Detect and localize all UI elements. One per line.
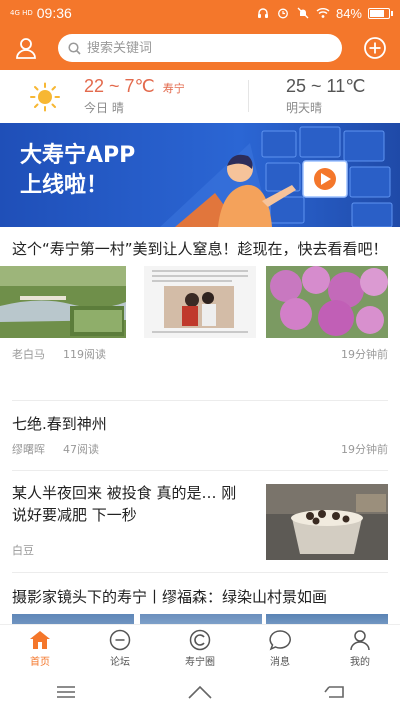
today-description: 今日 晴 xyxy=(84,101,124,115)
article-card[interactable]: 某人半夜回来 被投食 真的是… 刚说好要减肥 下一秒 白豆 xyxy=(0,482,400,560)
search-bar[interactable] xyxy=(58,34,342,62)
user-icon xyxy=(16,38,36,59)
divider xyxy=(12,400,388,401)
tab-label: 我的 xyxy=(350,657,370,668)
promo-banner[interactable]: 大寿宁APP 上线啦！ xyxy=(0,123,400,227)
plus-circle-icon xyxy=(364,37,386,59)
menu-icon[interactable] xyxy=(55,685,77,699)
today-temperature: 22 ~ 7℃ xyxy=(84,76,155,96)
article-title: 摄影家镜头下的寿宁丨缪福森：绿染山村景如画 xyxy=(12,588,328,606)
status-bar: 4G HD 09:36 84% xyxy=(0,0,400,26)
back-icon[interactable] xyxy=(323,685,345,699)
home-nav-icon[interactable] xyxy=(187,684,213,700)
tab-shouning-circle[interactable]: 寿宁圈 xyxy=(160,625,240,672)
article-thumbnail xyxy=(12,614,134,624)
circle-icon xyxy=(189,629,211,651)
alarm-icon xyxy=(276,7,290,19)
article-meta: 缪曙晖 47阅读 19分钟前 xyxy=(0,441,400,457)
tab-home[interactable]: 首页 xyxy=(0,625,80,672)
article-card[interactable]: 七绝.春到神州 缪曙晖 47阅读 19分钟前 xyxy=(0,413,400,457)
article-title: 某人半夜回来 被投食 真的是… 刚说好要减肥 下一秒 xyxy=(12,484,237,524)
battery-icon xyxy=(368,7,393,19)
article-images xyxy=(0,266,400,338)
network-indicator: 4G HD xyxy=(10,8,33,17)
battery-percent: 84% xyxy=(335,5,362,21)
tab-profile[interactable]: 我的 xyxy=(320,625,400,672)
banner-line-1: 大寿宁APP xyxy=(20,143,136,168)
weather-tomorrow: 25 ~ 11℃ 明天晴 xyxy=(286,76,365,116)
sunny-icon xyxy=(30,82,60,112)
tab-forum[interactable]: 论坛 xyxy=(80,625,160,672)
article-card[interactable]: 摄影家镜头下的寿宁丨缪福森：绿染山村景如画 xyxy=(0,586,400,624)
tab-label: 首页 xyxy=(30,657,50,668)
article-author: 白豆 xyxy=(12,544,34,557)
article-title: 七绝.春到神州 xyxy=(12,415,107,433)
article-meta: 白豆 xyxy=(0,542,46,558)
wifi-icon xyxy=(316,7,330,19)
article-author: 缪曙晖 xyxy=(12,443,45,456)
tab-label: 寿宁圈 xyxy=(185,657,215,668)
tomorrow-temperature: 25 ~ 11℃ xyxy=(286,76,366,96)
divider xyxy=(12,470,388,471)
banner-title: 大寿宁APP 上线啦！ xyxy=(20,141,135,201)
weather-divider xyxy=(248,80,249,112)
user-button[interactable] xyxy=(12,34,40,62)
tab-label: 消息 xyxy=(270,657,290,668)
divider xyxy=(12,572,388,573)
bottom-navigation: 首页 论坛 寿宁圈 消息 我的 xyxy=(0,624,400,672)
article-thumbnail xyxy=(0,266,126,338)
article-thumbnail xyxy=(144,266,256,338)
message-icon xyxy=(269,630,291,651)
news-feed[interactable]: 这个“寿宁第一村”美到让人窒息！趁现在，快去看看吧！ 老白马 119阅读 19分… xyxy=(0,228,400,624)
top-bar xyxy=(0,26,400,70)
system-navigation-bar xyxy=(0,672,400,711)
home-icon xyxy=(30,631,50,649)
article-thumbnail xyxy=(140,614,262,624)
tomorrow-description: 明天晴 xyxy=(286,101,323,115)
article-time: 19分钟前 xyxy=(341,443,388,456)
article-images xyxy=(0,614,400,624)
article-views: 47阅读 xyxy=(63,443,99,456)
search-icon xyxy=(68,41,81,55)
tab-messages[interactable]: 消息 xyxy=(240,625,320,672)
forum-icon xyxy=(109,629,131,651)
article-card[interactable]: 这个“寿宁第一村”美到让人窒息！趁现在，快去看看吧！ 老白马 119阅读 19分… xyxy=(0,238,400,362)
search-input[interactable] xyxy=(87,40,317,56)
tab-label: 论坛 xyxy=(110,657,130,668)
weather-widget[interactable]: 22 ~ 7℃ 寿宁 今日 晴 25 ~ 11℃ 明天晴 xyxy=(0,70,400,122)
article-thumbnail xyxy=(266,484,388,560)
weather-city: 寿宁 xyxy=(162,82,185,95)
profile-icon xyxy=(350,630,370,651)
article-time: 19分钟前 xyxy=(341,348,388,361)
banner-line-2: 上线啦！ xyxy=(20,173,109,198)
status-time: 09:36 xyxy=(36,5,72,21)
mute-bell-icon xyxy=(296,7,310,19)
article-meta: 老白马 119阅读 19分钟前 xyxy=(0,346,400,362)
article-thumbnail xyxy=(266,614,388,624)
article-thumbnail xyxy=(266,266,388,338)
add-button[interactable] xyxy=(362,35,388,61)
weather-today: 22 ~ 7℃ 寿宁 今日 晴 xyxy=(84,76,185,116)
article-author: 老白马 xyxy=(12,348,45,361)
article-views: 119阅读 xyxy=(63,348,106,361)
headphone-icon xyxy=(256,7,270,19)
article-title: 这个“寿宁第一村”美到让人窒息！趁现在，快去看看吧！ xyxy=(12,240,388,258)
